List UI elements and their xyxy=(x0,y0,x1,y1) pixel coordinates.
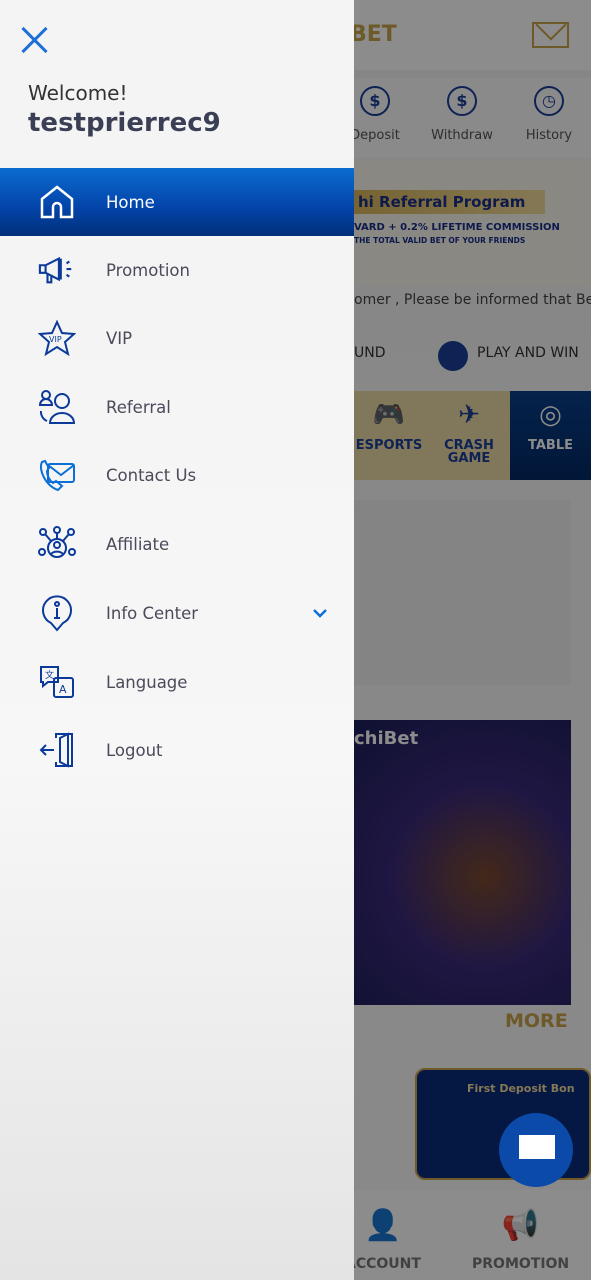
chevron-down-icon[interactable] xyxy=(312,605,328,621)
info-pin-icon xyxy=(38,594,76,632)
menu-label: Affiliate xyxy=(106,534,170,554)
menu-item-referral[interactable]: Referral xyxy=(0,373,354,441)
side-drawer: Welcome! testprierrec9 Home Promotion VI… xyxy=(0,0,354,1280)
affiliate-network-icon xyxy=(38,525,76,563)
close-icon[interactable] xyxy=(18,24,50,56)
menu-label: Language xyxy=(106,672,188,692)
menu-label: Info Center xyxy=(106,603,199,623)
username: testprierrec9 xyxy=(28,108,221,138)
menu-label: Promotion xyxy=(106,260,190,280)
contact-phone-mail-icon xyxy=(38,456,76,494)
chat-button[interactable] xyxy=(499,1113,573,1187)
vip-star-icon: VIP xyxy=(38,319,76,357)
menu-item-promotion[interactable]: Promotion xyxy=(0,236,354,304)
welcome-text: Welcome! xyxy=(28,81,128,105)
logout-icon xyxy=(38,731,76,769)
language-icon: A文 xyxy=(38,663,76,701)
menu-label: Referral xyxy=(106,397,171,417)
menu-label: Logout xyxy=(106,740,163,760)
referral-users-icon xyxy=(38,388,76,426)
svg-text:A: A xyxy=(59,683,67,696)
home-icon xyxy=(38,183,76,221)
megaphone-icon xyxy=(38,251,76,289)
menu-label: Contact Us xyxy=(106,465,197,485)
menu-item-contact-us[interactable]: Contact Us xyxy=(0,441,354,509)
menu-label: Home xyxy=(106,192,155,212)
menu-item-info-center[interactable]: Info Center xyxy=(0,579,354,647)
menu-item-logout[interactable]: Logout xyxy=(0,716,354,784)
menu-item-affiliate[interactable]: Affiliate xyxy=(0,510,354,578)
svg-text:文: 文 xyxy=(45,669,54,681)
svg-text:VIP: VIP xyxy=(49,335,62,344)
drawer-header: Welcome! testprierrec9 xyxy=(0,0,354,168)
menu-item-home[interactable]: Home xyxy=(0,168,354,236)
menu-item-vip[interactable]: VIP VIP xyxy=(0,304,354,372)
menu-item-language[interactable]: A文 Language xyxy=(0,648,354,716)
menu-label: VIP xyxy=(106,328,133,348)
